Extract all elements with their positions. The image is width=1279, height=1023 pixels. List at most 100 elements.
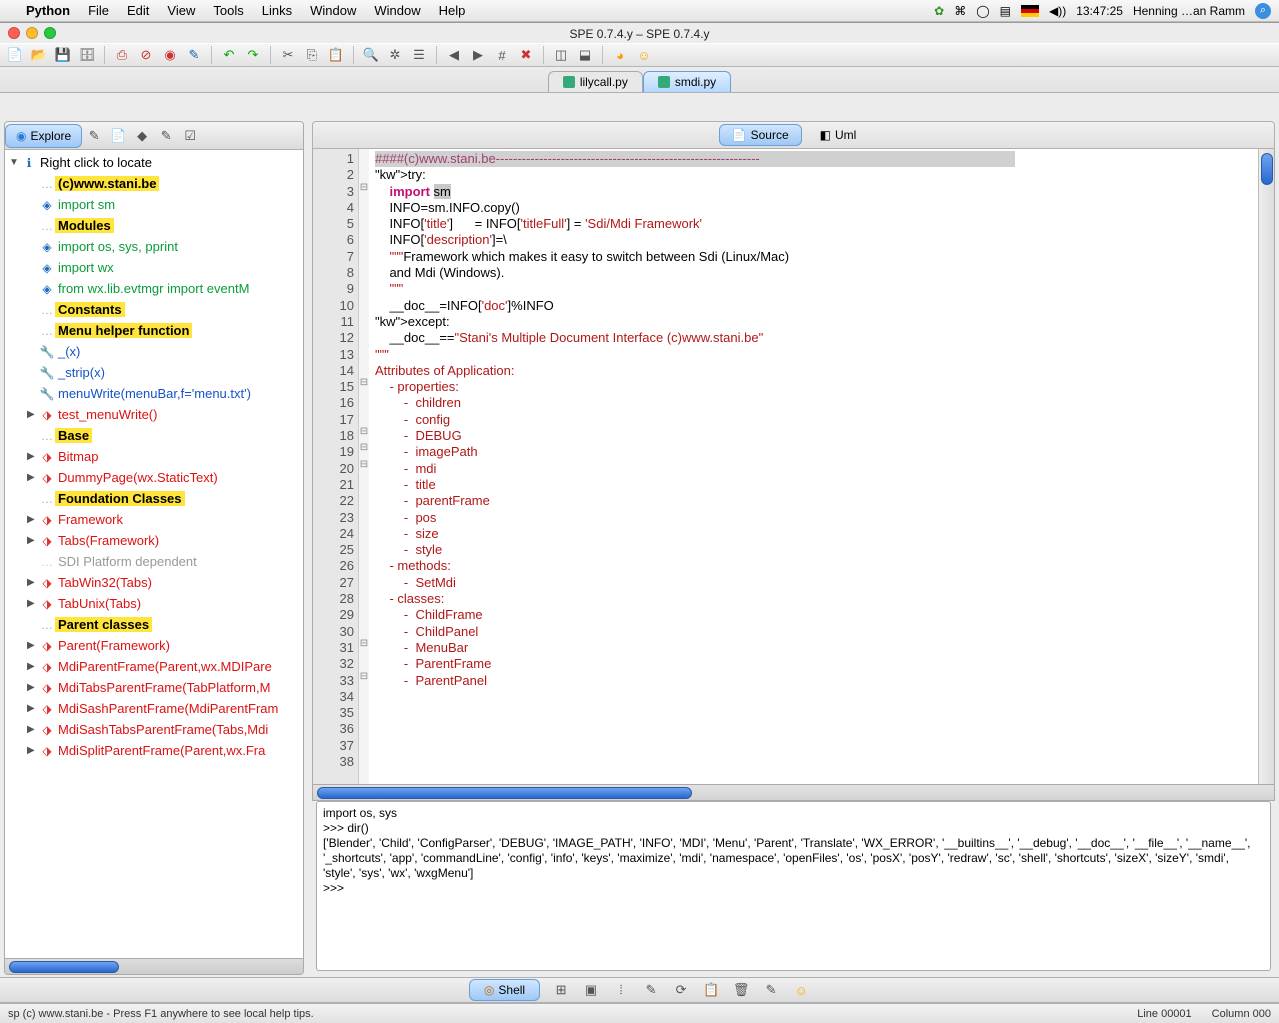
menu-view[interactable]: View (167, 3, 195, 18)
split-h-icon[interactable]: ◫ (552, 46, 570, 64)
console-output[interactable]: import os, sys>>> dir()['Blender', 'Chil… (316, 801, 1271, 971)
gear-icon[interactable]: ✲ (386, 46, 404, 64)
tree-icon[interactable]: ⊞ (552, 981, 570, 999)
leaf-icon[interactable]: ✿ (934, 4, 944, 18)
tree-item[interactable]: 🔧menuWrite(menuBar,f='menu.txt') (23, 383, 303, 404)
list-icon[interactable]: ☰ (410, 46, 428, 64)
check-icon[interactable]: ☑ (178, 127, 202, 145)
editor-hscroll[interactable] (312, 785, 1275, 801)
tree-item[interactable]: ▶⬗DummyPage(wx.StaticText) (23, 467, 303, 488)
menu-tools[interactable]: Tools (213, 3, 243, 18)
menu-window[interactable]: Window (310, 3, 356, 18)
tree-item[interactable]: …SDI Platform dependent (23, 551, 303, 572)
menu-help[interactable]: Help (439, 3, 466, 18)
tree-item[interactable]: …(c)www.stani.be (23, 173, 303, 194)
copy-icon[interactable]: ⎘ (303, 46, 321, 64)
brush2-icon[interactable]: ✎ (642, 981, 660, 999)
tree-item[interactable]: …Foundation Classes (23, 488, 303, 509)
sidebar-tab-explore[interactable]: ◉Explore (5, 124, 82, 148)
close-button[interactable] (8, 27, 20, 39)
cut-icon[interactable]: ✂ (279, 46, 297, 64)
code-editor[interactable]: 1234567891011121314151617181920212223242… (312, 149, 1275, 785)
undo-icon[interactable]: ↶ (220, 46, 238, 64)
tree-item[interactable]: ▶⬗Bitmap (23, 446, 303, 467)
tree-item[interactable]: ▶⬗MdiParentFrame(Parent,wx.MDIPare (23, 656, 303, 677)
zoom-button[interactable] (44, 27, 56, 39)
tree-item[interactable]: ▶⬗Framework (23, 509, 303, 530)
save-icon[interactable]: 💾 (54, 46, 72, 64)
blender-icon[interactable]: ◕ (611, 46, 629, 64)
menu-file[interactable]: File (88, 3, 109, 18)
volume-icon[interactable]: ◀)) (1049, 4, 1066, 18)
indent-right-icon[interactable]: ▶︎ (469, 46, 487, 64)
tree-item[interactable]: ▶⬗Tabs(Framework) (23, 530, 303, 551)
sync-icon[interactable]: ◯ (976, 4, 989, 18)
open-icon[interactable]: 📂 (30, 46, 48, 64)
saveall-icon[interactable]: 🗄 (78, 46, 96, 64)
menu-links[interactable]: Links (262, 3, 292, 18)
tree-item[interactable]: ▶⬗MdiTabsParentFrame(TabPlatform,M (23, 677, 303, 698)
tree-item[interactable]: …Constants (23, 299, 303, 320)
tree-item[interactable]: ◈import sm (23, 194, 303, 215)
tree-item[interactable]: …Menu helper function (23, 320, 303, 341)
tree-item[interactable]: …Parent classes (23, 614, 303, 635)
remove-icon[interactable]: ✖ (517, 46, 535, 64)
tree-item[interactable]: ◈import wx (23, 257, 303, 278)
window-icon[interactable]: ▣ (582, 981, 600, 999)
mark-icon[interactable]: ✎ (185, 46, 203, 64)
tree-item[interactable]: …Modules (23, 215, 303, 236)
pen-icon[interactable]: ✎ (762, 981, 780, 999)
smile-icon[interactable]: ☺ (635, 46, 653, 64)
app-menu[interactable]: Python (26, 3, 70, 18)
outline-tree[interactable]: ▼ ℹ Right click to locate …(c)www.stani.… (5, 150, 303, 958)
search-icon[interactable]: 🔍 (362, 46, 380, 64)
indent-left-icon[interactable]: ◀︎ (445, 46, 463, 64)
tree-item[interactable]: ▶⬗MdiSashTabsParentFrame(Tabs,Mdi (23, 719, 303, 740)
book-icon[interactable]: ◆ (130, 127, 154, 145)
stop-icon[interactable]: ⊘ (137, 46, 155, 64)
tree-item[interactable]: ◈import os, sys, pprint (23, 236, 303, 257)
menu-window-2[interactable]: Window (374, 3, 420, 18)
trash-icon[interactable]: 🗑 (732, 981, 750, 999)
smile2-icon[interactable]: ☺ (792, 981, 810, 999)
note-icon[interactable]: 📄 (106, 127, 130, 145)
tree-item[interactable]: ▶⬗TabWin32(Tabs) (23, 572, 303, 593)
sidebar-hscroll[interactable] (5, 958, 303, 974)
tree-item[interactable]: ▶⬗MdiSashParentFrame(MdiParentFram (23, 698, 303, 719)
tab-uml[interactable]: ◧Uml (808, 125, 869, 145)
pencil-icon[interactable]: ✎ (82, 127, 106, 145)
tree-item[interactable]: …Base (23, 425, 303, 446)
file-tab-smdi[interactable]: smdi.py (643, 71, 731, 92)
tree-item[interactable]: 🔧_strip(x) (23, 362, 303, 383)
new-icon[interactable]: 📄 (6, 46, 24, 64)
menu-edit[interactable]: Edit (127, 3, 149, 18)
clock[interactable]: 13:47:25 (1076, 4, 1123, 18)
paste-icon[interactable]: 📋 (327, 46, 345, 64)
user-menu[interactable]: Henning …an Ramm (1133, 4, 1245, 18)
editor-vscroll[interactable] (1258, 149, 1274, 784)
print-icon[interactable]: ⎙ (113, 46, 131, 64)
bullets-icon[interactable]: ⦙ (612, 981, 630, 999)
shell-tab[interactable]: ◎Shell (469, 979, 540, 1001)
spotlight-icon[interactable]: ⌕ (1255, 3, 1271, 19)
brush-icon[interactable]: ✎ (154, 127, 178, 145)
fold-column[interactable]: ⊟⊟⊟⊟⊟⊟⊟ (359, 149, 369, 784)
tree-item[interactable]: 🔧_(x) (23, 341, 303, 362)
code-body[interactable]: ####(c)www.stani.be---------------------… (369, 149, 1258, 784)
tree-item[interactable]: ▶⬗TabUnix(Tabs) (23, 593, 303, 614)
clip-icon[interactable]: 📋 (702, 981, 720, 999)
display-icon[interactable]: ▤ (1000, 4, 1011, 18)
tree-item[interactable]: ▶⬗test_menuWrite() (23, 404, 303, 425)
script-icon[interactable]: ⌘ (954, 4, 966, 18)
tree-root[interactable]: ▼ ℹ Right click to locate (5, 152, 303, 173)
tree-item[interactable]: ▶⬗Parent(Framework) (23, 635, 303, 656)
flag-de-icon[interactable] (1021, 5, 1039, 17)
tree-item[interactable]: ◈from wx.lib.evtmgr import eventM (23, 278, 303, 299)
redo-icon[interactable]: ↷ (244, 46, 262, 64)
split-v-icon[interactable]: ⬓ (576, 46, 594, 64)
refresh-icon[interactable]: ⟳ (672, 981, 690, 999)
hash-icon[interactable]: # (493, 46, 511, 64)
minimize-button[interactable] (26, 27, 38, 39)
run-icon[interactable]: ◉ (161, 46, 179, 64)
tree-item[interactable]: ▶⬗MdiSplitParentFrame(Parent,wx.Fra (23, 740, 303, 761)
